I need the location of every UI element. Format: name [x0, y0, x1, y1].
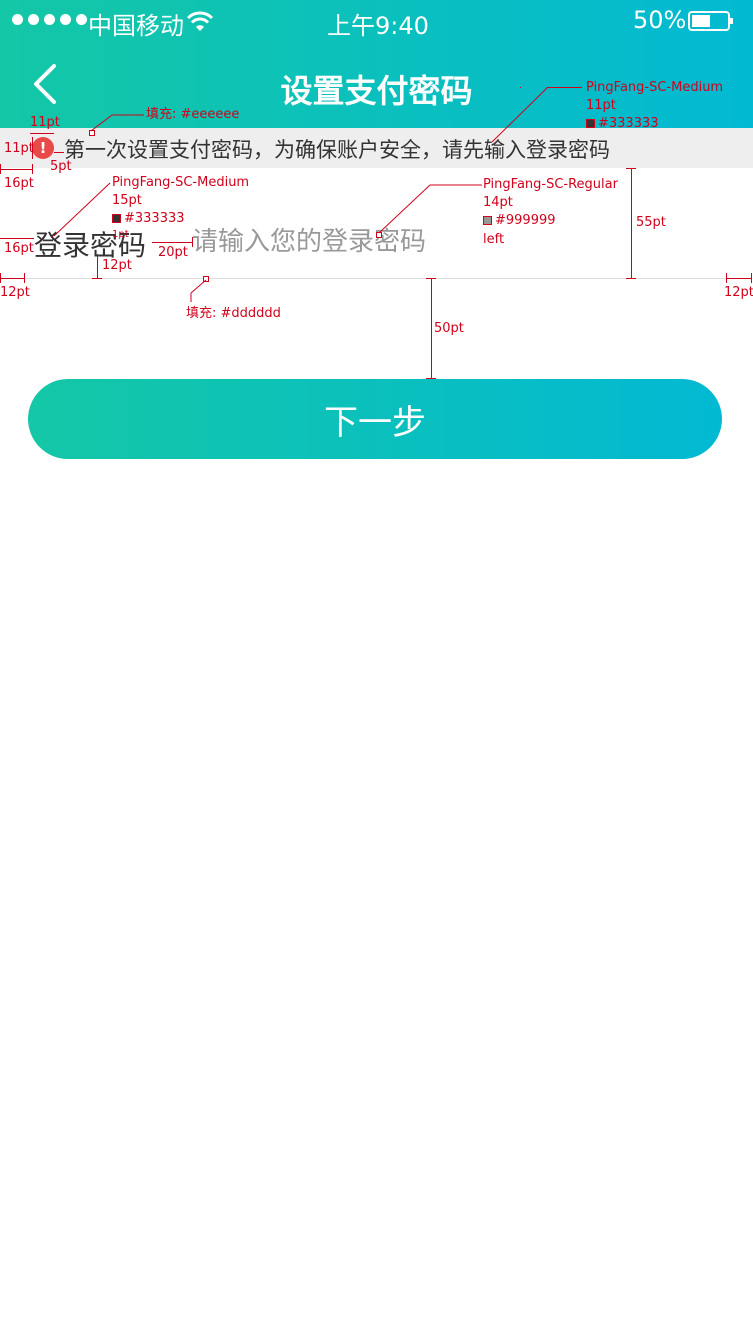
annotation-dim-line	[32, 164, 33, 174]
annotation-dim-line	[426, 378, 436, 379]
annotation-button-gap: 50pt	[434, 321, 464, 336]
next-button[interactable]: 下一步	[28, 379, 722, 459]
annotation-dim-line	[0, 273, 1, 283]
wifi-icon	[186, 11, 214, 31]
screen: 中国移动 上午9:40 50% 设置支付密码 ! 第一次设置支付密码，为确保账户…	[0, 0, 753, 1334]
annotation-dim-line	[32, 137, 33, 159]
carrier-name: 中国移动	[88, 12, 184, 40]
annotation-dim-line	[0, 169, 32, 170]
battery-icon	[688, 11, 733, 31]
battery-percent: 50%	[633, 6, 687, 34]
annotation-dim-line	[631, 168, 632, 278]
annotation-dim-line	[0, 278, 24, 279]
annotation-dim-line	[626, 168, 636, 169]
annotation-notice-left: 16pt	[4, 176, 34, 191]
annotation-dim-line	[726, 278, 752, 279]
annotation-dim-line	[192, 237, 193, 247]
annotation-dim-line	[626, 278, 636, 279]
annotation-notice-font: PingFang-SC-Medium 11pt #333333	[586, 80, 724, 132]
annotation-margin-right: 12pt	[724, 285, 753, 300]
annotation-label-font: PingFang-SC-Medium 15pt #333333	[112, 175, 250, 227]
annotation-row-height: 55pt	[636, 215, 666, 230]
annotation-divider-fill: 填充: #dddddd	[186, 306, 281, 321]
annotation-label-gap: 20pt	[158, 245, 188, 260]
annotation-dim-line	[152, 242, 192, 243]
annotation-icon-width: 11pt	[30, 115, 60, 130]
signal-icon	[12, 14, 87, 25]
annotation-dim-line	[54, 152, 64, 153]
annotation-dim-line	[0, 164, 1, 174]
annotation-leader	[190, 279, 207, 302]
annotation-label-offset: 12pt	[102, 258, 132, 273]
annotation-icon-gap: 5pt	[50, 159, 72, 174]
annotation-leader	[548, 87, 582, 88]
status-time: 上午9:40	[327, 12, 429, 40]
annotation-dim-line	[92, 278, 102, 279]
annotation-leader	[491, 86, 549, 143]
annotation-icon-height: 11pt	[4, 141, 34, 156]
annotation-dim-line	[751, 273, 752, 283]
annotation-dim-line	[431, 278, 432, 379]
divider	[24, 278, 729, 279]
annotation-dim-line	[726, 273, 727, 283]
annotation-leader	[53, 182, 111, 237]
annotation-notice-fill: 填充: #eeeeee	[146, 107, 240, 122]
annotation-input-font: PingFang-SC-Regular 14pt #999999 left	[483, 177, 618, 247]
annotation-dim-line	[30, 133, 54, 134]
annotation-margin-left: 12pt	[0, 285, 30, 300]
annotation-dim-line	[0, 238, 34, 239]
annotation-label-left: 16pt	[4, 241, 34, 256]
annotation-dim-line	[24, 273, 25, 283]
annotation-dim-line	[426, 278, 436, 279]
warning-icon: !	[32, 137, 54, 159]
annotation-leader	[90, 114, 144, 132]
annotation-leader	[378, 184, 482, 234]
annotation-dim-line	[97, 254, 98, 278]
annotation-overlap-note: 1pt	[112, 229, 129, 240]
